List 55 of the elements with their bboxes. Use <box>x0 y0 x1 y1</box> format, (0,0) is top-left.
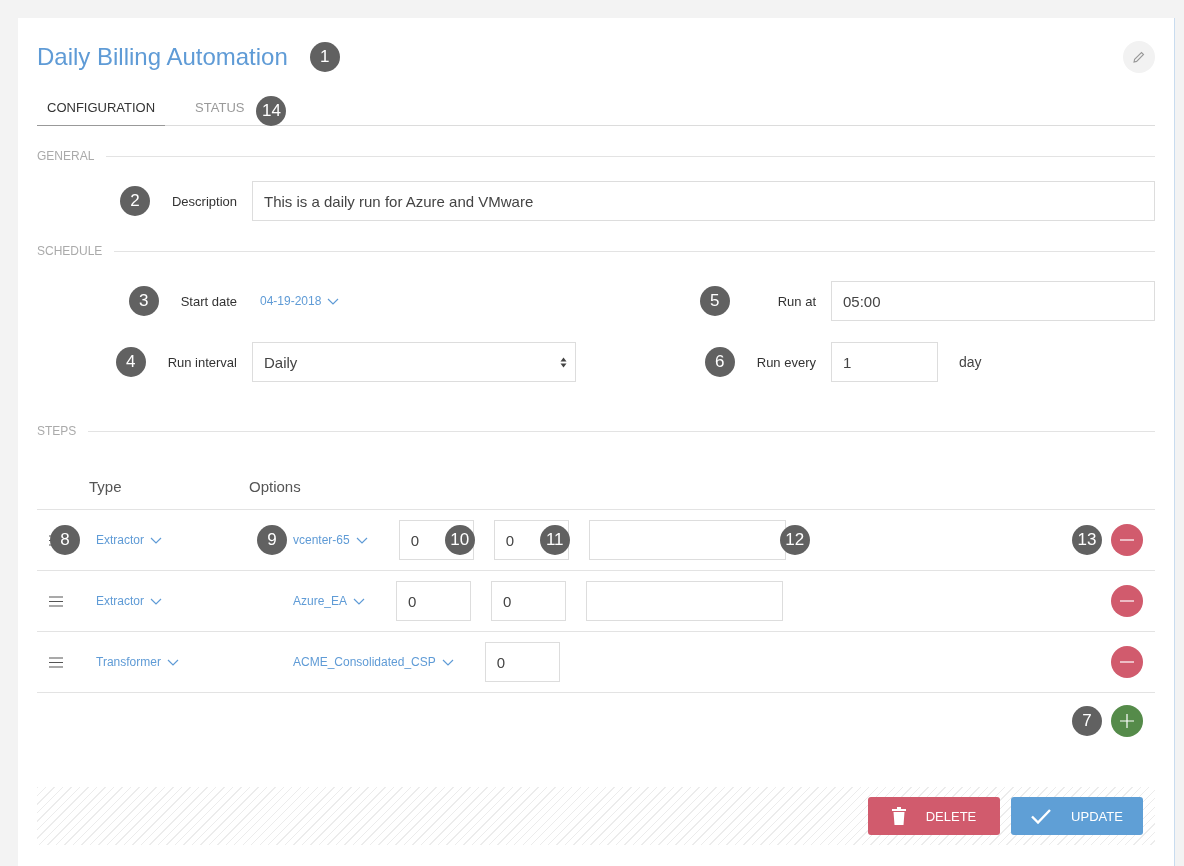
field-label: Run interval <box>167 354 237 370</box>
callout-number: 9 <box>257 525 287 555</box>
chevron-down-icon <box>327 297 340 305</box>
unit-label: day <box>959 354 982 370</box>
trash-icon <box>891 807 906 825</box>
callout-number: 2 <box>119 186 150 216</box>
callout-number: 14 <box>256 95 287 126</box>
minus-icon <box>1120 600 1134 602</box>
callout-number: 13 <box>1072 525 1102 555</box>
field-label: Start date <box>180 293 237 309</box>
column-header: Options <box>249 478 301 495</box>
description-field[interactable]: This is a daily run for Azure and VMware <box>252 181 1155 221</box>
column-header: Type <box>89 478 122 495</box>
interval-select[interactable]: Daily <box>252 342 576 382</box>
callout-number: 6 <box>704 347 735 377</box>
remove-button[interactable] <box>1111 524 1143 556</box>
delete-button[interactable]: DELETE <box>868 797 1000 835</box>
number-field[interactable]: 1 <box>831 342 938 382</box>
chevron-down-icon <box>150 597 162 605</box>
callout-number: 3 <box>128 286 159 316</box>
number-field[interactable] <box>588 520 786 560</box>
chevron-down-icon <box>166 658 179 666</box>
pencil-icon <box>1133 51 1145 63</box>
callout-number: 1 <box>309 42 340 72</box>
plus-icon <box>1120 714 1134 728</box>
drag-handle-icon[interactable] <box>49 595 63 607</box>
minus-icon <box>1120 539 1134 541</box>
chevron-down-icon <box>353 597 366 605</box>
remove-button[interactable] <box>1111 646 1143 678</box>
section-heading: SCHEDULE <box>37 244 103 258</box>
add-button[interactable] <box>1111 705 1143 737</box>
drag-handle-icon[interactable] <box>49 656 63 668</box>
time-field[interactable]: 05:00 <box>831 281 1155 321</box>
section-heading: STEPS <box>37 424 77 438</box>
section-heading: GENERAL <box>37 149 95 163</box>
tab[interactable]: CONFIGURATION <box>37 89 166 126</box>
callout-number: 8 <box>50 525 80 555</box>
field-label: Run at <box>777 293 816 309</box>
number-field[interactable]: 0 <box>484 642 560 682</box>
chevron-down-icon <box>150 536 162 544</box>
number-field[interactable]: 0 <box>396 581 472 621</box>
field-label: Run every <box>756 354 816 370</box>
number-field[interactable] <box>586 581 784 621</box>
callout-number: 4 <box>115 347 146 377</box>
chevron-down-icon <box>441 658 454 666</box>
remove-button[interactable] <box>1111 585 1143 617</box>
callout-number: 7 <box>1072 706 1102 736</box>
number-field[interactable]: 0 <box>491 581 567 621</box>
checkmark-icon <box>1031 808 1052 824</box>
chevron-down-icon <box>355 536 368 544</box>
callout-number: 5 <box>699 286 730 316</box>
up-down-caret-icon <box>560 356 567 368</box>
minus-icon <box>1120 661 1134 663</box>
page-title: Daily Billing Automation <box>37 43 288 71</box>
field-label: Description <box>171 193 237 209</box>
